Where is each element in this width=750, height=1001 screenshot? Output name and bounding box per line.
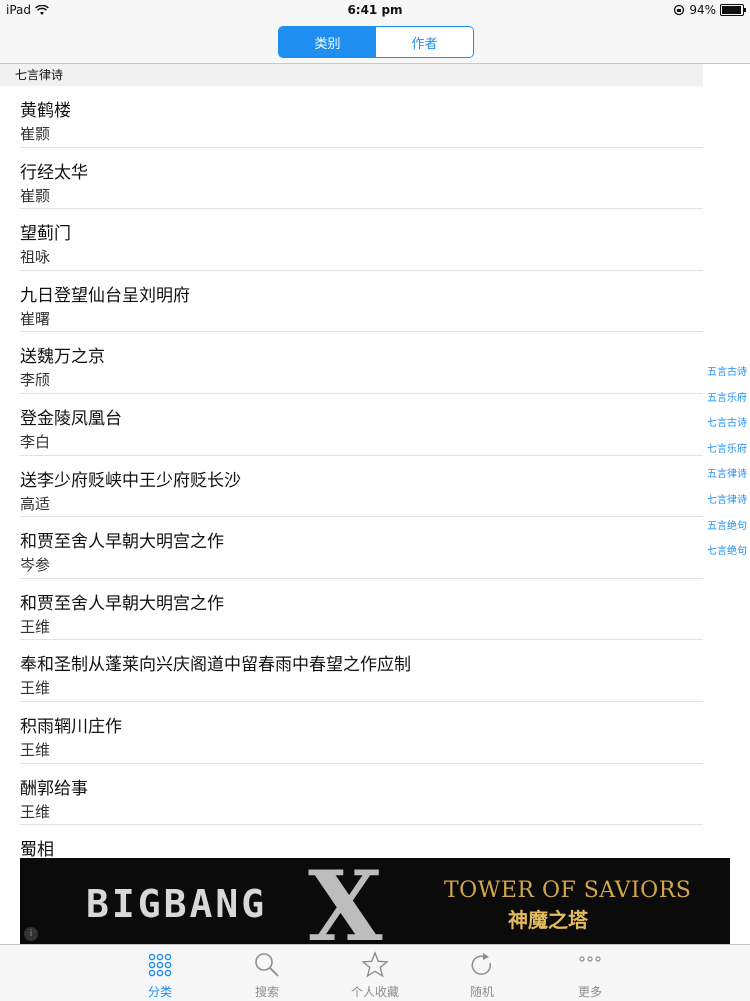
list-item[interactable]: 积雨辋川庄作 王维 — [20, 702, 703, 764]
poem-title: 酬郭给事 — [20, 778, 88, 799]
status-right: 94% — [673, 3, 746, 17]
poem-title: 积雨辋川庄作 — [20, 716, 122, 737]
poem-author: 李颀 — [20, 371, 51, 390]
star-icon — [361, 951, 389, 978]
segment-category[interactable]: 类别 — [279, 27, 376, 57]
tab-search[interactable]: 搜索 — [227, 949, 307, 999]
index-item[interactable]: 五言绝句 — [704, 514, 750, 540]
poem-author: 王维 — [20, 740, 51, 759]
index-item[interactable]: 七言古诗 — [704, 411, 750, 437]
poem-author: 岑参 — [20, 556, 51, 575]
poem-title: 和贾至舍人早朝大明宫之作 — [20, 532, 224, 553]
list-item[interactable]: 蜀相 杜甫 — [20, 825, 703, 858]
section-header: 七言律诗 — [0, 64, 703, 86]
poem-list[interactable]: 黄鹤楼 崔颢 行经太华 崔颢 望蓟门 祖咏 九日登望仙台呈刘明府 崔曙 送魏万之… — [0, 86, 703, 858]
ad-brand-right: TOWER OF SAVIORS — [444, 878, 692, 903]
ad-info-icon[interactable]: i — [24, 927, 38, 941]
battery-percent: 94% — [689, 3, 716, 17]
list-item[interactable]: 送魏万之京 李颀 — [20, 332, 703, 394]
section-index: 五言古诗 五言乐府 七言古诗 七言乐府 五言律诗 七言律诗 五言绝句 七言绝句 — [704, 360, 750, 565]
poem-author: 王维 — [20, 679, 51, 698]
list-item[interactable]: 和贾至舍人早朝大明宫之作 岑参 — [20, 517, 703, 579]
poem-title: 和贾至舍人早朝大明宫之作 — [20, 593, 224, 614]
ad-brand-right-sub: 神魔之塔 — [508, 908, 588, 932]
poem-author: 王维 — [20, 617, 51, 636]
poem-author: 崔曙 — [20, 309, 51, 328]
battery-fill — [722, 6, 741, 14]
search-icon — [255, 953, 279, 977]
more-icon — [579, 956, 601, 962]
battery-icon — [720, 4, 746, 16]
poem-title: 九日登望仙台呈刘明府 — [20, 285, 190, 306]
poem-title: 行经太华 — [20, 162, 88, 183]
list-item[interactable]: 登金陵凤凰台 李白 — [20, 394, 703, 456]
poem-author: 高适 — [20, 494, 51, 513]
poem-title: 送魏万之京 — [20, 347, 105, 368]
poem-author: 崔颢 — [20, 125, 51, 143]
ad-banner[interactable]: BIGBANG X TOWER OF SAVIORS 神魔之塔 i — [20, 858, 730, 945]
list-item[interactable]: 望蓟门 祖咏 — [20, 209, 703, 271]
grid-icon — [148, 953, 172, 977]
refresh-icon — [471, 953, 492, 975]
list-item[interactable]: 酬郭给事 王维 — [20, 764, 703, 826]
poem-author: 李白 — [20, 432, 51, 451]
tab-label: 分类 — [147, 985, 172, 999]
list-item[interactable]: 黄鹤楼 崔颢 — [20, 86, 703, 148]
tab-bar: 分类 搜索 个人收藏 随机 更多 — [0, 944, 750, 1001]
tab-label: 更多 — [577, 985, 602, 999]
rotation-lock-icon — [674, 4, 685, 16]
nav-bar: 类别 作者 — [0, 22, 750, 64]
ad-x-mark: X — [308, 858, 383, 945]
tab-label: 随机 — [469, 985, 494, 999]
tab-label: 搜索 — [254, 985, 279, 999]
segment-author[interactable]: 作者 — [376, 27, 473, 57]
tab-more[interactable]: 更多 — [550, 949, 630, 999]
index-item[interactable]: 五言乐府 — [704, 386, 750, 412]
list-item[interactable]: 和贾至舍人早朝大明宫之作 王维 — [20, 579, 703, 641]
ad-brand-left: BIGBANG — [86, 882, 268, 926]
tab-category[interactable]: 分类 — [120, 949, 200, 999]
index-item[interactable]: 七言乐府 — [704, 437, 750, 463]
tab-label: 个人收藏 — [350, 985, 399, 999]
status-time: 6:41 pm — [347, 3, 403, 17]
segmented-control: 类别 作者 — [278, 26, 474, 58]
poem-author: 王维 — [20, 802, 51, 821]
list-item[interactable]: 奉和圣制从蓬莱向兴庆阁道中留春雨中春望之作应制 王维 — [20, 640, 703, 702]
index-item[interactable]: 七言律诗 — [704, 488, 750, 514]
poem-title: 蜀相 — [20, 840, 54, 858]
list-item[interactable]: 行经太华 崔颢 — [20, 148, 703, 210]
poem-author: 祖咏 — [20, 248, 51, 267]
tab-random[interactable]: 随机 — [442, 949, 522, 999]
poem-title: 黄鹤楼 — [20, 101, 71, 121]
status-bar: iPad 6:41 pm 94% — [0, 0, 750, 22]
index-item[interactable]: 七言绝句 — [704, 539, 750, 565]
index-item[interactable]: 五言律诗 — [704, 462, 750, 488]
poem-title: 望蓟门 — [20, 224, 71, 245]
list-item[interactable]: 送李少府贬峡中王少府贬长沙 高适 — [20, 456, 703, 518]
index-item[interactable]: 五言古诗 — [704, 360, 750, 386]
poem-title: 送李少府贬峡中王少府贬长沙 — [20, 470, 241, 491]
poem-author: 崔颢 — [20, 186, 51, 205]
poem-title: 奉和圣制从蓬莱向兴庆阁道中留春雨中春望之作应制 — [20, 655, 411, 676]
tab-favorites[interactable]: 个人收藏 — [335, 949, 415, 999]
list-item[interactable]: 九日登望仙台呈刘明府 崔曙 — [20, 271, 703, 333]
poem-title: 登金陵凤凰台 — [20, 408, 122, 429]
